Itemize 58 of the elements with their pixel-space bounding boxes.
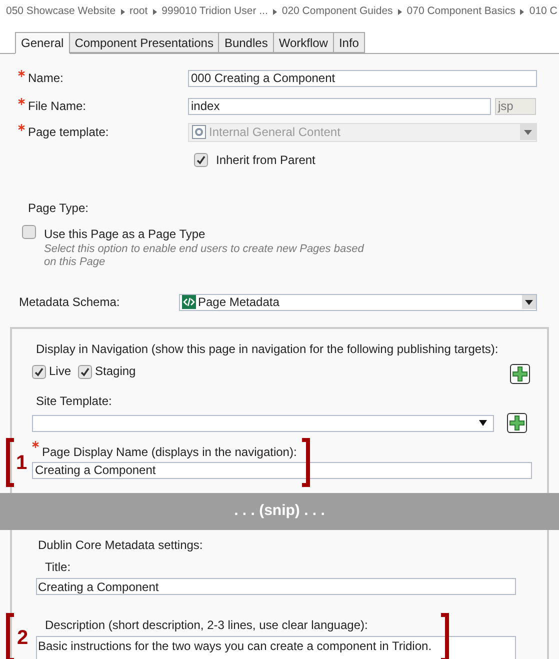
section-heading: Dublin Core Metadata settings: — [38, 537, 203, 554]
annotation-number: 1 — [16, 450, 28, 476]
checkbox[interactable] — [194, 153, 208, 167]
schema-dropdown[interactable]: Page Metadata — [179, 294, 537, 310]
bracket-icon — [5, 438, 15, 487]
field-label: Title: — [45, 559, 71, 576]
snip-banner: . . . (snip) . . . — [0, 493, 559, 530]
text-field[interactable]: Creating a Component — [32, 462, 532, 478]
field-label: Page template: — [28, 124, 109, 141]
plus-icon — [509, 415, 526, 431]
caret-down-icon — [520, 124, 536, 140]
code-icon — [182, 295, 196, 309]
caret-down-icon — [522, 295, 536, 309]
bracket-icon — [440, 613, 450, 659]
breadcrumb-item[interactable]: 050 Showcase Website — [6, 4, 116, 20]
checkbox-label: Staging — [95, 362, 136, 380]
breadcrumb-item[interactable]: 010 C — [529, 4, 558, 20]
tab[interactable]: Info — [334, 32, 365, 53]
bracket-icon — [5, 613, 15, 659]
section-heading: Page Type: — [28, 200, 88, 217]
caret-down-icon — [479, 420, 488, 426]
checkbox[interactable] — [32, 364, 46, 378]
field-label: Page Display Name (displays in the navigation): — [42, 444, 297, 461]
text-field[interactable]: index — [188, 98, 491, 114]
text-field[interactable]: Creating a Component — [36, 578, 516, 595]
chevron-right-icon — [272, 9, 277, 15]
add-button[interactable] — [507, 413, 527, 433]
hint-text: Select this option to enable end users to create new Pages based on this Page — [44, 243, 366, 269]
checkbox-label: Use this Page as a Page Type — [44, 226, 206, 243]
field-label: Metadata Schema: — [19, 294, 121, 311]
tab[interactable]: Workflow — [274, 32, 334, 53]
breadcrumb-item[interactable]: 999010 Tridion User ... — [162, 4, 268, 20]
tab[interactable]: Component Presentations — [70, 32, 220, 53]
breadcrumb-item[interactable]: 020 Component Guides — [282, 4, 393, 20]
field-label: Display in Navigation (show this page in navigation for the following publishing targets): — [36, 341, 498, 358]
breadcrumb-item[interactable]: 070 Component Basics — [406, 4, 516, 20]
breadcrumb-item[interactable]: root — [130, 4, 148, 20]
checkbox[interactable] — [78, 364, 92, 378]
plus-icon — [512, 366, 528, 382]
tab[interactable]: Bundles — [219, 32, 274, 53]
field-label: File Name: — [28, 98, 86, 115]
annotation-number: 2 — [17, 626, 28, 650]
description-field[interactable]: Basic instructions for the two ways you can create a component in Tridion. — [36, 636, 516, 659]
checkbox-label: Inherit from Parent — [216, 152, 316, 169]
field-label: Site Template: — [36, 393, 112, 410]
chevron-right-icon — [520, 9, 524, 15]
tab[interactable]: General — [15, 32, 70, 54]
chevron-right-icon — [120, 9, 125, 15]
chevron-right-icon — [152, 9, 157, 15]
chevron-right-icon — [398, 9, 402, 15]
text-field[interactable]: 000 Creating a Component — [188, 70, 537, 86]
gear-icon — [192, 125, 206, 139]
add-button[interactable] — [510, 364, 530, 384]
extension-field: jsp — [495, 98, 536, 114]
checkbox-label: Live — [49, 362, 72, 380]
field-label: Description (short description, 2-3 lines, use clear language): — [45, 617, 368, 634]
checkbox[interactable] — [22, 225, 36, 239]
field-label: Name: — [28, 70, 64, 87]
